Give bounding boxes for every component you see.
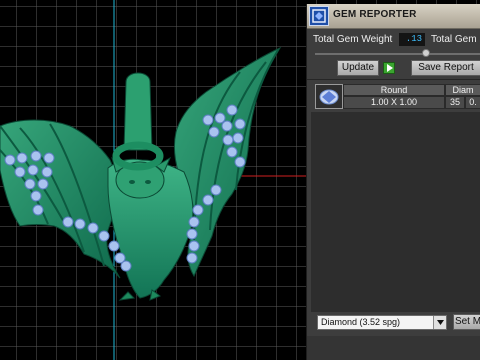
table-header-diam: Diam [445,84,480,96]
gem-reporter-panel: GEM REPORTER Total Gem Weight .13 Total … [306,4,480,360]
panel-titlebar[interactable]: GEM REPORTER [307,4,480,29]
app-icon [309,6,329,26]
table-header-round: Round [343,84,445,96]
material-row: Diamond (3.52 spg) Set M [307,314,480,334]
total-weight-label: Total Gem Weight [313,34,393,45]
gem-table[interactable]: Round Diam 1.00 X 1.00 35 0. [315,84,480,109]
divider [307,79,480,80]
total-weight-row: Total Gem Weight .13 Total Gem [307,30,480,48]
save-report-button[interactable]: Save Report [411,60,480,76]
total-weight-value: .13 [399,33,425,46]
slider-track [315,53,480,55]
update-button[interactable]: Update [337,60,379,76]
total-gem-label: Total Gem [431,34,477,45]
panel-footer [307,336,480,360]
slider-knob[interactable] [422,49,430,57]
dropdown-arrow-icon[interactable] [433,316,446,329]
material-select[interactable]: Diamond (3.52 spg) [317,315,447,330]
table-cell-size: 1.00 X 1.00 [343,96,445,109]
set-material-button[interactable]: Set M [453,314,480,330]
table-cell-count: 35 [445,96,465,109]
action-row: Update Save Report [307,60,480,78]
material-select-value: Diamond (3.52 spg) [321,317,401,327]
gem-list-area [311,112,480,312]
play-icon[interactable] [383,62,395,74]
gem-thumbnail-icon [315,84,343,109]
panel-title: GEM REPORTER [333,9,417,20]
panel-slider[interactable] [307,49,480,59]
table-cell-value: 0. [465,96,480,109]
